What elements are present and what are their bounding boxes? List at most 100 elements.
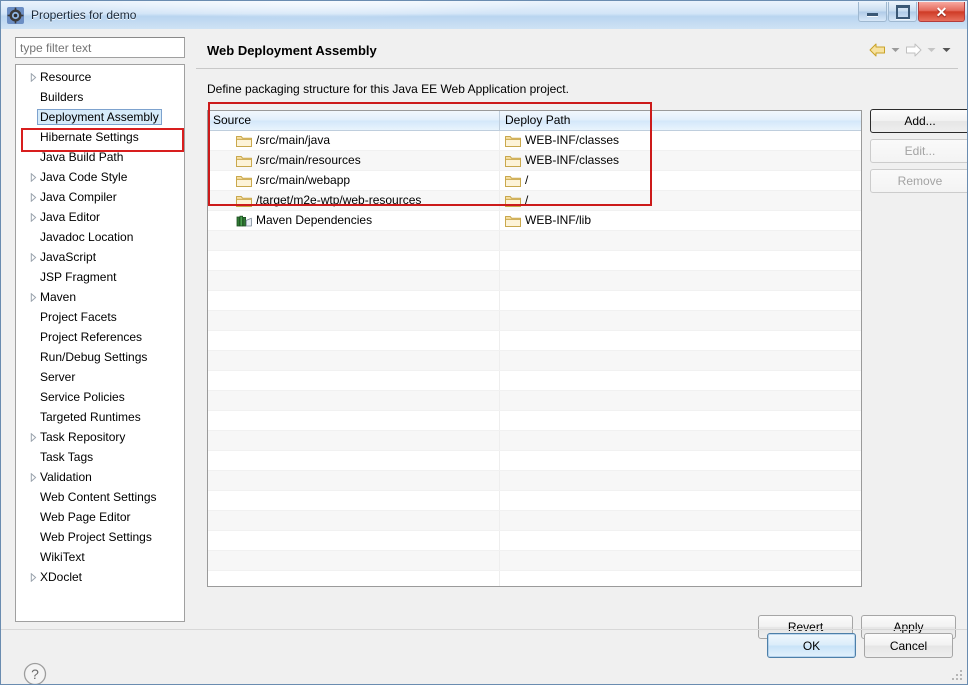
restore-button[interactable] <box>888 2 917 22</box>
cell-empty <box>208 251 500 270</box>
sidebar-item-java-build-path[interactable]: Java Build Path <box>16 147 184 167</box>
cell-empty <box>500 311 861 330</box>
window-titlebar[interactable]: Properties for demo ✕ <box>1 1 967 29</box>
back-dropdown-chevron-down-icon[interactable] <box>889 41 902 59</box>
expand-arrow-icon[interactable] <box>26 72 40 82</box>
restore-icon <box>895 4 910 19</box>
deployment-assembly-table[interactable]: Source Deploy Path /src/main/java WEB-INF… <box>207 110 862 587</box>
sidebar-item-targeted-runtimes[interactable]: Targeted Runtimes <box>16 407 184 427</box>
sidebar-item-java-compiler[interactable]: Java Compiler <box>16 187 184 207</box>
sidebar-item-javascript[interactable]: JavaScript <box>16 247 184 267</box>
sidebar-item-label: Run/Debug Settings <box>40 350 148 364</box>
table-empty-row <box>208 571 861 586</box>
svg-text:?: ? <box>31 666 39 682</box>
dialog-footer-buttons: OK Cancel <box>767 633 953 658</box>
table-row[interactable]: /src/main/java WEB-INF/classes <box>208 131 861 151</box>
ok-button[interactable]: OK <box>767 633 856 658</box>
sidebar-item-project-facets[interactable]: Project Facets <box>16 307 184 327</box>
sidebar-item-java-code-style[interactable]: Java Code Style <box>16 167 184 187</box>
table-row[interactable]: /target/m2e-wtp/web-resources / <box>208 191 861 211</box>
cell-empty <box>208 491 500 510</box>
sidebar-item-label: Web Content Settings <box>40 490 157 504</box>
sidebar-item-service-policies[interactable]: Service Policies <box>16 387 184 407</box>
sidebar-item-resource[interactable]: Resource <box>16 67 184 87</box>
sidebar-item-java-editor[interactable]: Java Editor <box>16 207 184 227</box>
sidebar-item-hibernate-settings[interactable]: Hibernate Settings <box>16 127 184 147</box>
cell-source-label: /src/main/resources <box>256 153 361 167</box>
column-header-source[interactable]: Source <box>208 111 500 130</box>
sidebar-item-validation[interactable]: Validation <box>16 467 184 487</box>
table-row[interactable]: /src/main/webapp / <box>208 171 861 191</box>
sidebar-item-label: WikiText <box>40 550 85 564</box>
sidebar-item-run-debug-settings[interactable]: Run/Debug Settings <box>16 347 184 367</box>
add-button[interactable]: Add... <box>870 109 967 133</box>
minimize-icon <box>867 13 878 16</box>
column-header-deploy-path[interactable]: Deploy Path <box>500 111 861 130</box>
sidebar-item-builders[interactable]: Builders <box>16 87 184 107</box>
cell-empty <box>500 551 861 570</box>
sidebar-item-label: XDoclet <box>40 570 83 584</box>
sidebar-item-server[interactable]: Server <box>16 367 184 387</box>
page-header: Web Deployment Assembly <box>196 37 958 69</box>
table-action-buttons: Add... Edit... Remove <box>870 109 967 199</box>
cell-source: /target/m2e-wtp/web-resources <box>208 191 500 210</box>
cell-source-label: /src/main/java <box>256 133 331 147</box>
cell-empty <box>208 471 500 490</box>
sidebar-item-web-project-settings[interactable]: Web Project Settings <box>16 527 184 547</box>
sidebar-item-label: Hibernate Settings <box>40 130 139 144</box>
window-controls: ✕ <box>857 2 965 22</box>
sidebar-item-deployment-assembly[interactable]: Deployment Assembly <box>16 107 184 127</box>
table-empty-row <box>208 271 861 291</box>
resize-grip[interactable] <box>951 669 964 682</box>
sidebar-item-task-repository[interactable]: Task Repository <box>16 427 184 447</box>
cell-empty <box>500 231 861 250</box>
cell-empty <box>208 331 500 350</box>
sidebar-item-label: Java Editor <box>40 210 101 224</box>
expand-arrow-icon[interactable] <box>26 252 40 262</box>
back-arrow-icon[interactable] <box>868 41 887 59</box>
expand-arrow-icon[interactable] <box>26 192 40 202</box>
forward-arrow-icon[interactable] <box>904 41 923 59</box>
expand-arrow-icon[interactable] <box>26 172 40 182</box>
page-description: Define packaging structure for this Java… <box>207 82 569 96</box>
expand-arrow-icon[interactable] <box>26 212 40 222</box>
sidebar-item-wikitext[interactable]: WikiText <box>16 547 184 567</box>
table-row[interactable]: Maven Dependencies WEB-INF/lib <box>208 211 861 231</box>
cell-deploy-path: / <box>500 171 861 190</box>
sidebar-item-xdoclet[interactable]: XDoclet <box>16 567 184 587</box>
cell-empty <box>500 351 861 370</box>
expand-arrow-icon[interactable] <box>26 472 40 482</box>
sidebar-item-web-page-editor[interactable]: Web Page Editor <box>16 507 184 527</box>
sidebar-item-label: Targeted Runtimes <box>40 410 141 424</box>
sidebar-item-label: Javadoc Location <box>40 230 134 244</box>
cell-deploy-path: WEB-INF/classes <box>500 131 861 150</box>
expand-arrow-icon[interactable] <box>26 572 40 582</box>
sidebar-item-web-content-settings[interactable]: Web Content Settings <box>16 487 184 507</box>
forward-dropdown-chevron-down-icon[interactable] <box>925 41 938 59</box>
settings-tree[interactable]: Resource Builders Deployment Assembly Hiber… <box>15 64 185 622</box>
expand-arrow-icon[interactable] <box>26 432 40 442</box>
filter-input[interactable] <box>15 37 185 58</box>
sidebar-item-label: JSP Fragment <box>40 270 117 284</box>
minimize-button[interactable] <box>858 2 887 22</box>
cell-empty <box>208 291 500 310</box>
cell-empty <box>500 291 861 310</box>
sidebar-item-maven[interactable]: Maven <box>16 287 184 307</box>
sidebar-item-jsp-fragment[interactable]: JSP Fragment <box>16 267 184 287</box>
cancel-button[interactable]: Cancel <box>864 633 953 658</box>
sidebar-item-task-tags[interactable]: Task Tags <box>16 447 184 467</box>
help-question-icon[interactable]: ? <box>22 661 48 684</box>
table-empty-row <box>208 391 861 411</box>
cell-deploy-path-label: / <box>525 193 529 207</box>
sidebar-item-javadoc-location[interactable]: Javadoc Location <box>16 227 184 247</box>
expand-arrow-icon[interactable] <box>26 292 40 302</box>
table-row[interactable]: /src/main/resources WEB-INF/classes <box>208 151 861 171</box>
folder-icon <box>236 133 252 149</box>
cell-deploy-path: / <box>500 191 861 210</box>
sidebar-item-label: Builders <box>40 90 84 104</box>
close-button[interactable]: ✕ <box>918 2 965 22</box>
table-body: /src/main/java WEB-INF/classes/src/main/r… <box>208 131 861 586</box>
page-menu-chevron-down-icon[interactable] <box>940 41 953 59</box>
cell-empty <box>208 451 500 470</box>
sidebar-item-project-references[interactable]: Project References <box>16 327 184 347</box>
